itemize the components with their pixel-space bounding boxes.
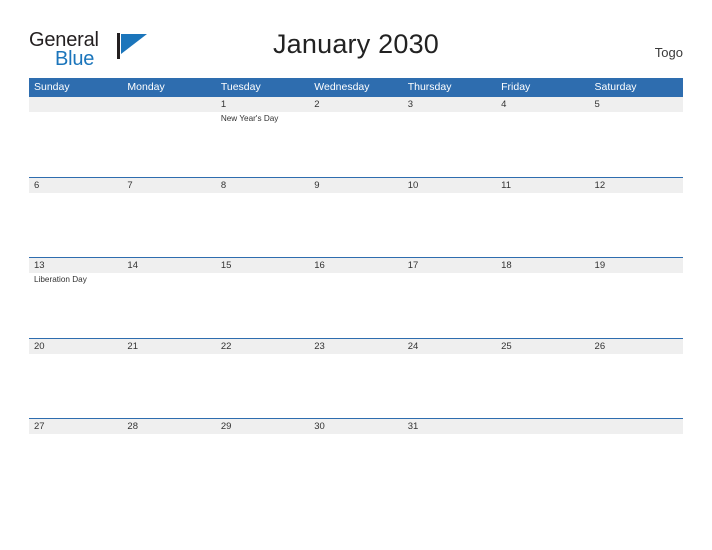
- day-number: [501, 419, 589, 434]
- day-cell[interactable]: 11: [496, 178, 589, 257]
- day-cell[interactable]: 27: [29, 419, 122, 498]
- day-number: 18: [501, 260, 512, 271]
- day-event: New Year's Day: [220, 114, 279, 123]
- day-number: 14: [127, 260, 138, 271]
- day-cell[interactable]: 19: [590, 258, 683, 337]
- day-number: 30: [314, 421, 325, 432]
- day-number: 23: [314, 340, 325, 352]
- weekday-header-monday: Monday: [127, 81, 165, 93]
- day-number: 12: [594, 179, 606, 191]
- day-cell[interactable]: 8: [216, 178, 309, 257]
- day-number: 4: [501, 99, 507, 110]
- day-number: 19: [594, 260, 606, 271]
- day-cell[interactable]: 24: [403, 339, 496, 418]
- day-number: 29: [220, 421, 232, 432]
- day-number: 26: [594, 340, 606, 352]
- calendar-week-row: 20 21 22 23 24 25 26: [29, 337, 683, 419]
- weekday-header-saturday: Saturday: [594, 81, 637, 93]
- page-header: General Blue January 2030 Togo: [0, 0, 712, 78]
- day-cell[interactable]: 23: [309, 339, 402, 418]
- day-number: 2: [314, 99, 320, 110]
- weekday-header-friday: Friday: [501, 81, 531, 93]
- day-cell[interactable]: 6: [29, 178, 122, 257]
- day-number: 6: [34, 179, 40, 191]
- day-number: 20: [34, 340, 45, 352]
- calendar-grid: Sunday Monday Tuesday Wednesday Thursday…: [29, 78, 683, 499]
- day-cell[interactable]: 22: [216, 339, 309, 418]
- day-cell[interactable]: 26: [590, 339, 683, 418]
- day-number: 16: [314, 260, 325, 271]
- day-cell[interactable]: [590, 419, 683, 498]
- day-cell[interactable]: 1 New Year's Day: [216, 97, 309, 176]
- day-cell[interactable]: 16: [309, 258, 402, 337]
- day-number: [127, 97, 215, 112]
- day-number: 28: [127, 421, 138, 432]
- day-number: 17: [407, 260, 419, 271]
- day-number: [595, 419, 683, 434]
- day-number: [34, 97, 122, 112]
- day-number: 27: [34, 421, 45, 432]
- day-cell[interactable]: [122, 97, 215, 176]
- day-cell[interactable]: 31: [403, 419, 496, 498]
- weekday-header-thursday: Thursday: [407, 81, 452, 93]
- calendar-page: General Blue January 2030 Togo Sunday Mo…: [0, 0, 712, 550]
- day-number: 21: [127, 340, 138, 352]
- calendar-weekday-header-row: Sunday Monday Tuesday Wednesday Thursday…: [29, 78, 683, 96]
- day-cell[interactable]: 20: [29, 339, 122, 418]
- day-number: 13: [34, 260, 45, 271]
- day-cell[interactable]: 29: [216, 419, 309, 498]
- weekday-header-tuesday: Tuesday: [220, 81, 261, 93]
- calendar-week-row: 1 New Year's Day 2 3 4 5: [29, 96, 683, 177]
- day-cell[interactable]: 9: [309, 178, 402, 257]
- day-cell[interactable]: 4: [496, 97, 589, 176]
- day-cell[interactable]: 28: [122, 419, 215, 498]
- day-number: 9: [314, 179, 320, 191]
- weekday-header-wednesday: Wednesday: [314, 81, 370, 93]
- day-cell[interactable]: 10: [403, 178, 496, 257]
- day-cell[interactable]: 7: [122, 178, 215, 257]
- page-title: January 2030: [272, 29, 440, 59]
- day-cell[interactable]: 17: [403, 258, 496, 337]
- calendar-week-row: 6 7 8 9 10 11 12: [29, 176, 683, 258]
- day-event: Liberation Day: [34, 275, 87, 284]
- day-number: 10: [407, 179, 419, 191]
- day-cell[interactable]: 30: [309, 419, 402, 498]
- day-number: 3: [407, 99, 413, 110]
- day-cell[interactable]: 18: [496, 258, 589, 337]
- day-cell[interactable]: 14: [122, 258, 215, 337]
- day-cell[interactable]: [29, 97, 122, 176]
- calendar-week-row: 13 Liberation Day 14 15 16 17 18 19: [29, 257, 683, 338]
- day-number: 5: [594, 99, 600, 110]
- day-number: 1: [220, 99, 227, 110]
- day-cell[interactable]: 15: [216, 258, 309, 337]
- day-number: 7: [127, 179, 133, 191]
- day-cell[interactable]: 3: [403, 97, 496, 176]
- day-cell[interactable]: 25: [496, 339, 589, 418]
- day-number: 15: [220, 260, 232, 271]
- day-number: 25: [501, 340, 512, 352]
- day-number: 24: [407, 340, 419, 352]
- day-cell[interactable]: 21: [122, 339, 215, 418]
- day-cell[interactable]: 2: [309, 97, 402, 176]
- day-cell[interactable]: 5: [590, 97, 683, 176]
- day-number: 22: [220, 340, 232, 352]
- day-number: 11: [501, 179, 511, 191]
- region-label: Togo: [654, 45, 683, 60]
- day-cell[interactable]: [496, 419, 589, 498]
- weekday-header-sunday: Sunday: [34, 81, 70, 93]
- day-number: 31: [407, 421, 419, 432]
- day-number: 8: [220, 179, 227, 191]
- calendar-week-row: 27 28 29 30 31: [29, 418, 683, 499]
- day-cell[interactable]: 12: [590, 178, 683, 257]
- day-cell[interactable]: 13 Liberation Day: [29, 258, 122, 337]
